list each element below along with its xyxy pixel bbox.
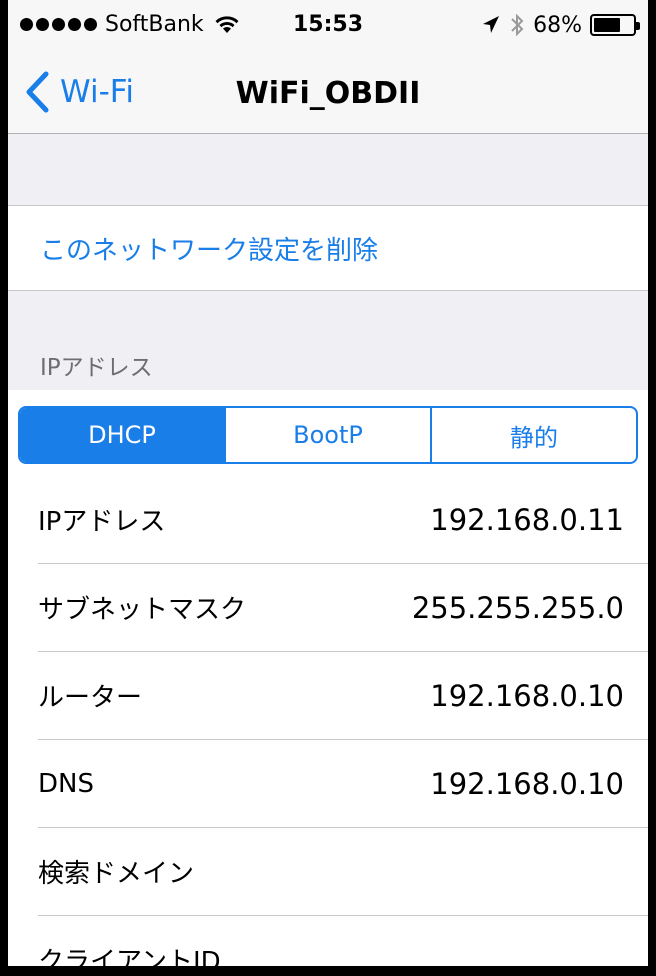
row-subnet-mask[interactable]: サブネットマスク 255.255.255.0 bbox=[38, 564, 648, 652]
battery-level bbox=[594, 18, 620, 32]
row-label: ルーター bbox=[38, 683, 143, 713]
row-value: 192.168.0.10 bbox=[430, 766, 624, 801]
status-bar: SoftBank 15:53 68% bbox=[8, 0, 648, 52]
row-dns[interactable]: DNS 192.168.0.10 bbox=[38, 740, 648, 828]
ip-details-list: IPアドレス 192.168.0.11 サブネットマスク 255.255.255… bbox=[8, 476, 648, 966]
battery-percentage: 68% bbox=[533, 12, 582, 38]
bluetooth-icon bbox=[511, 13, 524, 37]
row-label: 検索ドメイン bbox=[38, 859, 195, 889]
segment-dhcp[interactable]: DHCP bbox=[20, 408, 224, 462]
location-arrow-icon bbox=[483, 16, 500, 33]
row-label: サブネットマスク bbox=[38, 595, 247, 625]
row-router[interactable]: ルーター 192.168.0.10 bbox=[38, 652, 648, 740]
row-value: 192.168.0.11 bbox=[430, 502, 624, 537]
segment-bootp[interactable]: BootP bbox=[224, 408, 430, 462]
row-search-domains[interactable]: 検索ドメイン bbox=[38, 828, 648, 916]
row-ip-address[interactable]: IPアドレス 192.168.0.11 bbox=[38, 476, 648, 564]
row-label: IPアドレス bbox=[38, 507, 166, 537]
navigation-bar: Wi-Fi WiFi_OBDII bbox=[8, 52, 648, 134]
ip-section-header: IPアドレス bbox=[40, 355, 153, 381]
forget-network-button[interactable]: このネットワーク設定を削除 bbox=[8, 205, 648, 291]
battery-icon bbox=[590, 14, 640, 36]
status-right: 68% bbox=[481, 12, 640, 38]
row-label: クライアントID bbox=[38, 947, 221, 966]
segment-static[interactable]: 静的 bbox=[430, 408, 636, 462]
ip-mode-container: DHCP BootP 静的 bbox=[8, 390, 648, 476]
page-title: WiFi_OBDII bbox=[235, 76, 421, 111]
row-value: 192.168.0.10 bbox=[430, 678, 624, 713]
forget-network-label: このネットワーク設定を削除 bbox=[40, 235, 379, 266]
row-value: 255.255.255.0 bbox=[411, 590, 624, 625]
ip-mode-segmented-control: DHCP BootP 静的 bbox=[18, 406, 638, 464]
row-client-id[interactable]: クライアントID bbox=[38, 916, 648, 966]
settings-screen: SoftBank 15:53 68% Wi-Fi WiFi_OBDII このネッ… bbox=[8, 0, 648, 966]
row-label: DNS bbox=[38, 768, 94, 799]
